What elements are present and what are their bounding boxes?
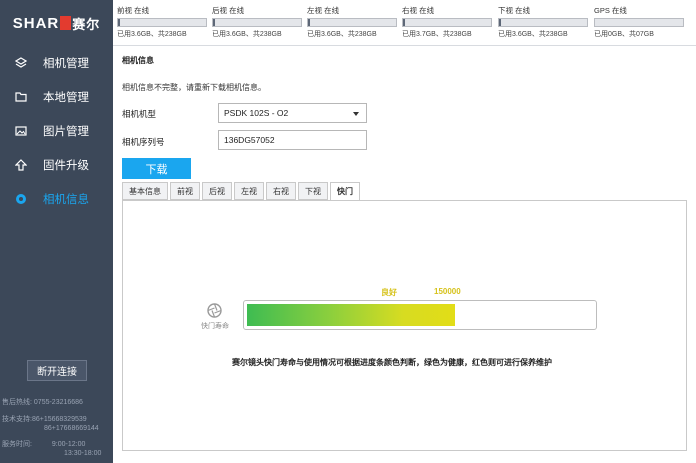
tab-basic-info[interactable]: 基本信息 bbox=[122, 182, 168, 200]
shutter-life-label: 快门寿命 bbox=[201, 323, 229, 330]
tab-shutter[interactable]: 快门 bbox=[330, 182, 360, 201]
image-icon bbox=[14, 124, 28, 138]
storage-bottom: 下视 在线 已用3.6GB、共238GB bbox=[498, 5, 588, 39]
storage-rear: 后视 在线 已用3.6GB、共238GB bbox=[212, 5, 302, 39]
hotline-value: 0755-23216686 bbox=[33, 399, 83, 406]
storage-right: 右视 在线 已用3.7GB、共238GB bbox=[402, 5, 492, 39]
storage-head: 右视 在线 bbox=[402, 6, 435, 15]
storage-head: GPS 在线 bbox=[594, 6, 627, 15]
upload-arrow-icon bbox=[14, 158, 28, 172]
storage-bar bbox=[498, 18, 588, 27]
storage-front: 前视 在线 已用3.6GB、共238GB bbox=[117, 5, 207, 39]
storage-used: 已用0GB、共07GB bbox=[594, 31, 654, 38]
camera-info-icon bbox=[14, 192, 28, 206]
storage-fill bbox=[213, 19, 215, 26]
page-title: 相机信息 bbox=[122, 56, 154, 65]
storage-left: 左视 在线 已用3.6GB、共238GB bbox=[307, 5, 397, 39]
tab-front[interactable]: 前视 bbox=[170, 182, 200, 200]
storage-bar bbox=[402, 18, 492, 27]
support-value-2: 86+17668669144 bbox=[44, 425, 99, 432]
storage-bar bbox=[307, 18, 397, 27]
incomplete-notice: 相机信息不完整，请重新下载相机信息。 bbox=[122, 83, 266, 92]
logo-text: SHAR bbox=[12, 14, 60, 32]
folder-icon bbox=[14, 90, 28, 104]
sidebar-item-label: 相机管理 bbox=[43, 58, 89, 70]
sidebar-item-camera-management[interactable]: 相机管理 bbox=[0, 46, 113, 80]
storage-head: 后视 在线 bbox=[212, 6, 245, 15]
sidebar-item-firmware-upgrade[interactable]: 固件升级 bbox=[0, 148, 113, 182]
tab-rear[interactable]: 后视 bbox=[202, 182, 232, 200]
hours-row-2: 13:30-18:00 bbox=[64, 449, 101, 458]
storage-fill bbox=[403, 19, 405, 26]
storage-fill bbox=[499, 19, 501, 26]
sidebar: SHAR 赛尔 相机管理 本地管理 图片管理 固件升级 相机信息 断开连接 售后… bbox=[0, 0, 113, 463]
shutter-count: 150000 bbox=[434, 287, 461, 296]
hours-value-1: 9:00-12:00 bbox=[51, 441, 86, 448]
tab-right[interactable]: 右视 bbox=[266, 182, 296, 200]
storage-head: 左视 在线 bbox=[307, 6, 340, 15]
storage-status-row: 前视 在线 已用3.6GB、共238GB 后视 在线 已用3.6GB、共238G… bbox=[117, 5, 696, 41]
sidebar-item-local-management[interactable]: 本地管理 bbox=[0, 80, 113, 114]
hours-value-2: 13:30-18:00 bbox=[64, 450, 102, 457]
brand-logo: SHAR 赛尔 bbox=[0, 0, 113, 46]
hours-row: 服务时间: 9:00-12:00 bbox=[2, 440, 85, 449]
header-divider bbox=[113, 45, 696, 46]
shutter-icon bbox=[207, 303, 222, 318]
sidebar-item-label: 本地管理 bbox=[43, 92, 89, 104]
camera-model-select[interactable]: PSDK 102S - O2 bbox=[218, 103, 367, 123]
storage-head: 下视 在线 bbox=[498, 6, 531, 15]
shutter-status: 良好 bbox=[381, 288, 397, 297]
model-label: 相机机型 bbox=[122, 109, 157, 119]
support-row-2: 86+17668669144 bbox=[44, 424, 99, 433]
sidebar-item-camera-info[interactable]: 相机信息 bbox=[0, 182, 113, 216]
serial-number-input[interactable]: 136DG57052 bbox=[218, 130, 367, 150]
storage-used: 已用3.6GB、共238GB bbox=[117, 31, 187, 38]
hotline-row: 售后热线: 0755-23216686 bbox=[2, 398, 83, 407]
support-row: 技术支持:86+15668329539 bbox=[2, 415, 87, 424]
storage-gps: GPS 在线 已用0GB、共07GB bbox=[594, 5, 684, 39]
storage-bar bbox=[594, 18, 684, 27]
camera-info-tabs: 基本信息 前视 后视 左视 右视 下视 快门 bbox=[122, 182, 362, 201]
shutter-life-meter bbox=[243, 300, 597, 330]
sidebar-item-label: 图片管理 bbox=[43, 126, 89, 138]
support-label: 技术支持: bbox=[2, 416, 32, 423]
storage-used: 已用3.6GB、共238GB bbox=[498, 31, 568, 38]
logo-mark-icon bbox=[60, 16, 72, 30]
logo-cn-text: 赛尔 bbox=[72, 16, 101, 32]
storage-used: 已用3.6GB、共238GB bbox=[307, 31, 377, 38]
storage-used: 已用3.7GB、共238GB bbox=[402, 31, 472, 38]
layers-icon bbox=[14, 56, 28, 70]
sidebar-item-label: 固件升级 bbox=[43, 160, 89, 172]
camera-model-value: PSDK 102S - O2 bbox=[224, 108, 289, 118]
tab-bottom[interactable]: 下视 bbox=[298, 182, 328, 200]
storage-fill bbox=[308, 19, 310, 26]
serial-number-value: 136DG57052 bbox=[224, 135, 275, 145]
hotline-label: 售后热线: bbox=[2, 399, 32, 406]
support-value-1: 86+15668329539 bbox=[31, 416, 87, 423]
storage-fill bbox=[118, 19, 120, 26]
download-button[interactable]: 下载 bbox=[122, 158, 191, 179]
shutter-description: 赛尔镜头快门寿命与使用情况可根据进度条颜色判断，绿色为健康，红色则可进行保养维护 bbox=[232, 358, 552, 367]
storage-bar bbox=[117, 18, 207, 27]
storage-used: 已用3.6GB、共238GB bbox=[212, 31, 282, 38]
hours-label: 服务时间: bbox=[2, 441, 32, 448]
shutter-life-fill bbox=[247, 304, 455, 326]
sidebar-item-label: 相机信息 bbox=[43, 194, 89, 206]
storage-head: 前视 在线 bbox=[117, 6, 150, 15]
storage-bar bbox=[212, 18, 302, 27]
serial-label: 相机序列号 bbox=[122, 137, 165, 147]
chevron-down-icon bbox=[353, 112, 359, 116]
disconnect-button[interactable]: 断开连接 bbox=[27, 360, 87, 381]
sidebar-item-image-management[interactable]: 图片管理 bbox=[0, 114, 113, 148]
tab-left[interactable]: 左视 bbox=[234, 182, 264, 200]
